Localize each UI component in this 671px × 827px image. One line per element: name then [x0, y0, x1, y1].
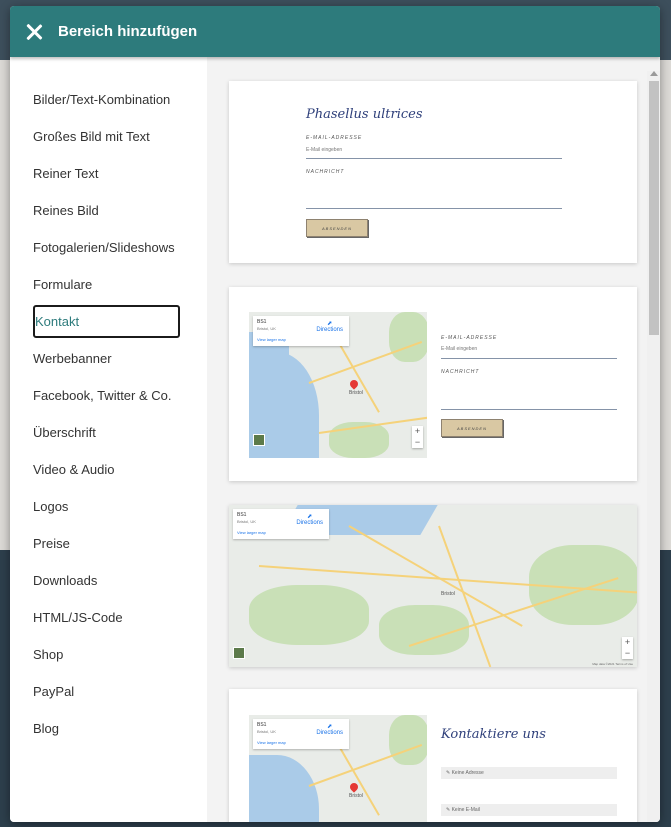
map-info-box: BS1 Bristol, UK View larger map ⬈ Directi…	[233, 509, 329, 539]
sidebar-item-paypal[interactable]: PayPal	[33, 675, 179, 708]
sidebar-item-formulare[interactable]: Formulare	[33, 268, 179, 301]
email-label: E-MAIL-ADRESSE	[441, 335, 498, 341]
map-layers-icon	[233, 647, 245, 659]
preview-map-with-form[interactable]: BS1 Bristol, UK View larger map ⬈ Directi…	[229, 287, 637, 481]
preview-map-with-contact[interactable]: BS1 Bristol, UK View larger map ⬈ Directi…	[229, 689, 637, 822]
sidebar-item-downloads[interactable]: Downloads	[33, 564, 179, 597]
sidebar-item-grosses-bild[interactable]: Großes Bild mit Text	[33, 120, 179, 153]
section-category-list: Bilder/Text-Kombination Großes Bild mit …	[10, 57, 207, 822]
directions-icon: ⬈ Directions	[316, 724, 343, 736]
sidebar-item-blog[interactable]: Blog	[33, 712, 179, 745]
map-info-box: BS1 Bristol, UK View larger map ⬈ Directi…	[253, 719, 349, 749]
scroll-thumb[interactable]	[649, 81, 659, 335]
modal-body: Bilder/Text-Kombination Großes Bild mit …	[10, 57, 660, 822]
sidebar-item-logos[interactable]: Logos	[33, 490, 179, 523]
message-field	[441, 382, 617, 410]
email-label: E-MAIL-ADRESSE	[306, 135, 363, 141]
sidebar-item-preise[interactable]: Preise	[33, 527, 179, 560]
preview-wide-map[interactable]: BS1 Bristol, UK View larger map ⬈ Directi…	[229, 505, 637, 667]
sidebar-item-video-audio[interactable]: Video & Audio	[33, 453, 179, 486]
preview-contact-form[interactable]: Phasellus ultrices E-MAIL-ADRESSE E-Mail…	[229, 81, 637, 263]
address-field: ✎ Keine Adresse	[441, 767, 617, 779]
section-preview-pane: Phasellus ultrices E-MAIL-ADRESSE E-Mail…	[207, 57, 660, 822]
email-field: E-Mail eingeben	[441, 346, 617, 359]
close-icon[interactable]	[24, 22, 44, 42]
map-pin-icon	[348, 378, 360, 390]
message-field	[306, 181, 562, 209]
sidebar-item-bilder-text[interactable]: Bilder/Text-Kombination	[33, 83, 179, 116]
sidebar-item-reines-bild[interactable]: Reines Bild	[33, 194, 179, 227]
sidebar-item-reiner-text[interactable]: Reiner Text	[33, 157, 179, 190]
map-thumbnail: BS1 Bristol, UK View larger map ⬈ Directi…	[249, 312, 427, 458]
modal-title: Bereich hinzufügen	[58, 23, 198, 40]
add-section-modal: Bereich hinzufügen Bilder/Text-Kombinati…	[10, 6, 660, 822]
preview-scrollbar[interactable]	[647, 71, 660, 822]
map-layers-icon	[253, 434, 265, 446]
sidebar-item-kontakt[interactable]: Kontakt	[33, 305, 180, 338]
map-thumbnail: BS1 Bristol, UK View larger map ⬈ Directi…	[249, 715, 427, 822]
submit-button: ABSENDEN	[441, 419, 503, 437]
sidebar-item-html-js[interactable]: HTML/JS-Code	[33, 601, 179, 634]
form-title: Phasellus ultrices	[306, 107, 423, 122]
sidebar-item-werbebanner[interactable]: Werbebanner	[33, 342, 179, 375]
sidebar-item-ueberschrift[interactable]: Überschrift	[33, 416, 179, 449]
modal-header: Bereich hinzufügen	[10, 6, 660, 57]
map-wide: BS1 Bristol, UK View larger map ⬈ Directi…	[229, 505, 637, 667]
sidebar-item-social[interactable]: Facebook, Twitter & Co.	[33, 379, 179, 412]
sidebar-item-shop[interactable]: Shop	[33, 638, 179, 671]
map-zoom-control: + −	[412, 426, 423, 448]
map-zoom-control: + −	[622, 637, 633, 659]
directions-icon: ⬈ Directions	[316, 321, 343, 333]
sidebar-item-fotogalerien[interactable]: Fotogalerien/Slideshows	[33, 231, 179, 264]
map-pin-icon	[348, 781, 360, 793]
map-info-box: BS1 Bristol, UK View larger map ⬈ Directi…	[253, 316, 349, 346]
message-label: NACHRICHT	[306, 169, 345, 175]
scroll-up-icon[interactable]	[650, 71, 658, 76]
message-label: NACHRICHT	[441, 369, 480, 375]
directions-icon: ⬈ Directions	[296, 514, 323, 526]
email-field: E-Mail eingeben	[306, 147, 562, 159]
submit-button: ABSENDEN	[306, 219, 368, 237]
contact-title: Kontaktiere uns	[441, 727, 546, 742]
email-field: ✎ Keine E-Mail	[441, 804, 617, 816]
